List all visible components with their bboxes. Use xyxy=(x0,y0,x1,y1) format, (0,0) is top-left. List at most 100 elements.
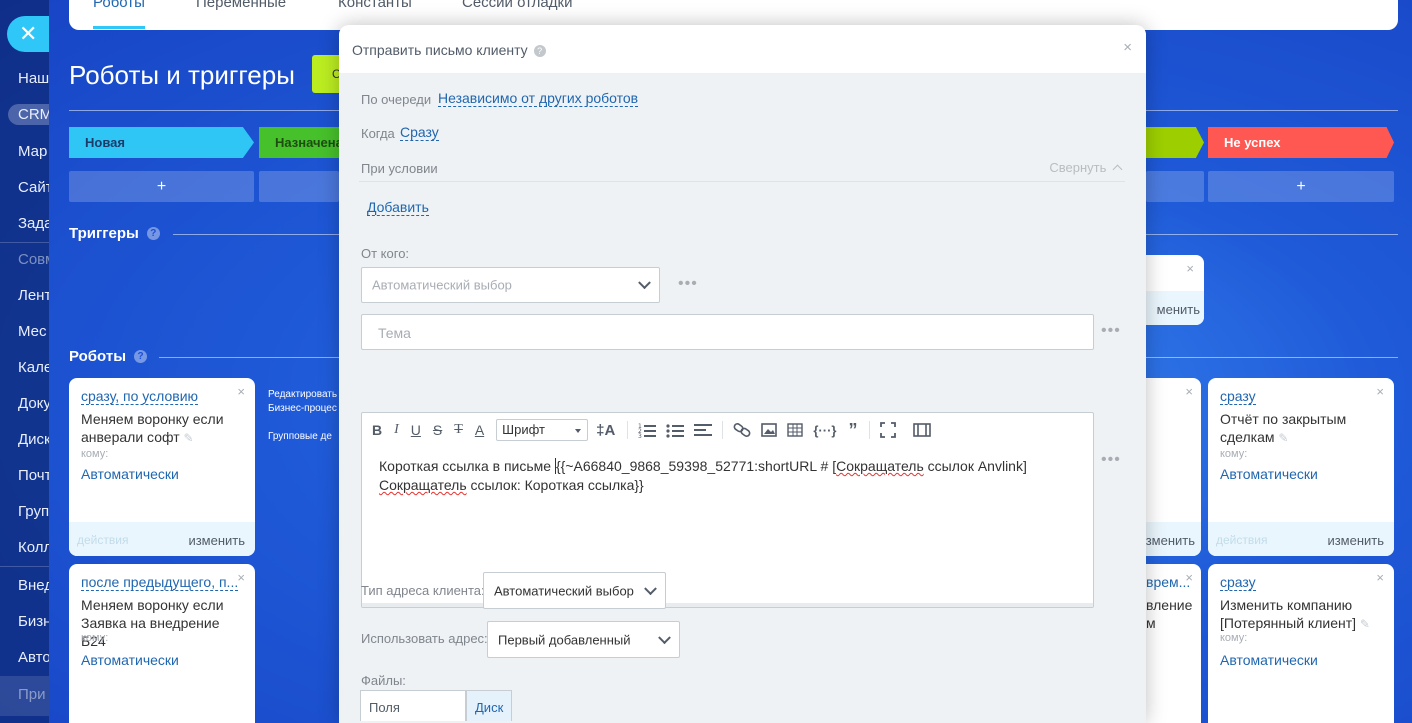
image-icon[interactable] xyxy=(761,422,778,438)
edit-link[interactable]: менить xyxy=(1157,302,1200,317)
sidebar-item-calendar[interactable]: Кале xyxy=(18,359,49,376)
close-icon[interactable]: × xyxy=(1376,570,1384,585)
tab-variables[interactable]: Переменные xyxy=(196,0,286,11)
robot-condition-link[interactable]: врем... xyxy=(1146,574,1190,590)
chevron-up-icon[interactable] xyxy=(1112,164,1123,175)
robot-card[interactable]: сразу × Изменить компанию [Потерянный кл… xyxy=(1208,564,1394,723)
when-value-link[interactable]: Сразу xyxy=(400,124,439,141)
sidebar-item-documents[interactable]: Доку xyxy=(18,395,49,412)
sidebar-item-our[interactable]: Наш xyxy=(18,70,49,87)
robot-condition-link[interactable]: сразу xyxy=(1220,388,1256,405)
code-icon[interactable]: {···} xyxy=(813,423,836,438)
editor-resize-bar[interactable] xyxy=(362,603,1093,607)
stage-new[interactable]: Новая xyxy=(69,127,254,158)
message-editor[interactable]: B I U S T A Шрифт ‡A 123 {···} ” Коротка… xyxy=(361,412,1094,608)
tab-disk[interactable]: Диск xyxy=(466,690,512,721)
close-icon[interactable]: × xyxy=(237,570,245,585)
sidebar-item-apps[interactable]: При xyxy=(18,686,46,703)
sidebar-item-business[interactable]: Бизн xyxy=(18,613,49,630)
numbered-list-icon[interactable]: 123 xyxy=(638,422,657,438)
from-select[interactable]: Автоматический выбор xyxy=(361,267,660,303)
tab-constants[interactable]: Константы xyxy=(338,0,412,11)
more-icon[interactable]: ••• xyxy=(1101,322,1121,340)
edit-action-link[interactable]: Редактировать xyxy=(268,388,337,402)
font-size-icon[interactable]: ‡A xyxy=(596,422,615,439)
clear-format-icon[interactable]: T xyxy=(454,422,463,438)
robot-condition-link[interactable]: сразу, по условию xyxy=(81,388,199,405)
stage-success[interactable] xyxy=(1146,127,1204,158)
sidebar-item-feed[interactable]: Лент xyxy=(18,287,49,304)
save-button[interactable]: С xyxy=(312,55,342,93)
italic-icon[interactable]: I xyxy=(394,422,399,438)
help-icon[interactable]: ? xyxy=(533,45,546,57)
robot-card[interactable]: сразу, по условию × Меняем воронку если … xyxy=(69,378,255,556)
help-icon[interactable]: ? xyxy=(146,227,160,240)
pencil-icon[interactable]: ✎ xyxy=(1278,431,1288,445)
collapse-link[interactable]: Свернуть xyxy=(1049,160,1123,175)
sidebar-item-mail[interactable]: Почт xyxy=(18,467,49,484)
tab-debug-sessions[interactable]: Сессии отладки xyxy=(462,0,572,11)
help-icon[interactable]: ? xyxy=(134,350,148,363)
fullscreen-icon[interactable] xyxy=(880,422,897,438)
source-view-icon[interactable] xyxy=(912,422,932,438)
queue-value-link[interactable]: Независимо от других роботов xyxy=(438,90,639,107)
add-condition-link[interactable]: Добавить xyxy=(367,199,429,216)
address-type-select[interactable]: Автоматический выбор xyxy=(483,572,666,609)
pencil-icon[interactable]: ✎ xyxy=(1360,617,1370,631)
add-trigger-button[interactable]: + xyxy=(69,171,254,202)
tab-element-fields[interactable]: Поля элемента xyxy=(360,690,466,721)
close-icon[interactable]: × xyxy=(1123,39,1132,56)
close-icon[interactable]: × xyxy=(1376,384,1384,399)
trigger-card[interactable]: × менить xyxy=(1146,255,1204,325)
bullet-list-icon[interactable] xyxy=(666,422,685,438)
pencil-icon[interactable]: ✎ xyxy=(184,431,194,445)
editor-content[interactable]: Короткая ссылка в письме {{~A66840_9868_… xyxy=(379,457,1079,495)
collapse-text[interactable]: Свернуть xyxy=(1049,160,1106,175)
sidebar-item-colleagues[interactable]: Колл xyxy=(18,539,49,556)
text-color-icon[interactable]: A xyxy=(475,422,484,438)
edit-link[interactable]: изменить xyxy=(188,533,245,548)
subject-input[interactable]: Тема xyxy=(361,314,1094,350)
robot-card[interactable]: × зменить xyxy=(1146,378,1201,556)
use-address-select[interactable]: Первый добавленный xyxy=(487,621,680,658)
close-icon[interactable]: ✕ xyxy=(7,16,49,52)
sidebar-item-collab[interactable]: Совм xyxy=(18,251,49,268)
tab-robots[interactable]: Роботы xyxy=(93,0,145,11)
sidebar-item-implementation[interactable]: Внед xyxy=(18,577,49,594)
sidebar-item-tasks[interactable]: Зада xyxy=(18,215,49,232)
group-actions-link[interactable]: Групповые де xyxy=(268,430,337,444)
stage-fail[interactable]: Не успех xyxy=(1208,127,1394,158)
sidebar-item-marketing[interactable]: Мар xyxy=(18,143,47,160)
sidebar-item-disk[interactable]: Диск xyxy=(18,431,49,448)
robot-card[interactable]: после предыдущего, п... × Меняем воронку… xyxy=(69,564,255,723)
edit-link[interactable]: зменить xyxy=(1146,533,1195,548)
quote-icon[interactable]: ” xyxy=(848,421,857,439)
add-trigger-button[interactable]: + xyxy=(1208,171,1394,202)
close-icon[interactable]: × xyxy=(1186,261,1194,276)
align-icon[interactable] xyxy=(694,422,713,438)
close-icon[interactable]: × xyxy=(237,384,245,399)
business-process-link[interactable]: Бизнес-процес xyxy=(268,402,337,416)
more-icon[interactable]: ••• xyxy=(1101,451,1121,469)
robot-condition-link[interactable]: после предыдущего, п... xyxy=(81,574,239,591)
sidebar-item-sites[interactable]: Сайт xyxy=(18,179,49,196)
add-trigger-button[interactable] xyxy=(259,171,339,202)
edit-link[interactable]: изменить xyxy=(1327,533,1384,548)
bold-icon[interactable]: B xyxy=(372,422,382,438)
add-trigger-button[interactable] xyxy=(1146,171,1204,202)
more-icon[interactable]: ••• xyxy=(678,275,698,293)
table-icon[interactable] xyxy=(787,422,804,438)
strikethrough-icon[interactable]: S xyxy=(433,422,442,438)
sidebar-item-crm[interactable]: CRM xyxy=(8,104,49,125)
robot-card[interactable]: сразу × Отчёт по закрытым сделкам ✎ кому… xyxy=(1208,378,1394,556)
underline-icon[interactable]: U xyxy=(411,422,421,438)
sidebar-item-automation[interactable]: Авто xyxy=(18,649,49,666)
robot-condition-link[interactable]: сразу xyxy=(1220,574,1256,591)
robot-card[interactable]: × врем... вление м xyxy=(1146,564,1201,723)
sidebar-item-messenger[interactable]: Мес xyxy=(18,323,47,340)
font-select[interactable]: Шрифт xyxy=(496,419,589,441)
close-icon[interactable]: × xyxy=(1185,384,1193,399)
link-icon[interactable] xyxy=(733,422,751,438)
stage-assigned[interactable]: Назначена xyxy=(259,127,339,158)
sidebar-item-groups[interactable]: Груп xyxy=(18,503,49,520)
